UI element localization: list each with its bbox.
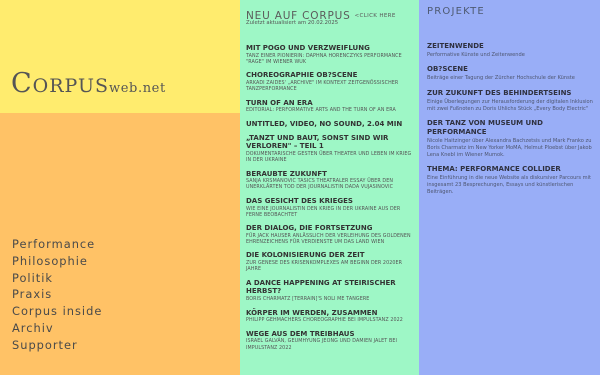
project-item[interactable]: Der Tanz von Museum und Performance Nicol… [427, 119, 597, 159]
news-item-title[interactable]: Turn of an Era [246, 99, 416, 108]
news-column: NEU AUF CORPUS <CLICK HERE Zuletzt aktual… [240, 0, 419, 375]
news-item[interactable]: Turn of an Era Editorial: Performative Ar… [246, 99, 416, 115]
news-item[interactable]: „Tanzt und baut, sonst sind wir verloren… [246, 134, 416, 165]
news-item-subtitle: Editorial: Performative Arts and the Tur… [246, 108, 396, 114]
nav-item-politik[interactable]: Politik [12, 270, 102, 287]
nav-item-performance[interactable]: Performance [12, 236, 102, 253]
news-item-title[interactable]: „Tanzt und baut, sonst sind wir verloren… [246, 134, 416, 151]
project-item-description: Einige Überlegungen zur Herausforderung … [427, 98, 593, 112]
logo-area: Corpusweb.net [0, 0, 240, 113]
nav-item-archiv[interactable]: Archiv [12, 320, 102, 337]
news-item[interactable]: A Dance Happening at steirischer herbst?… [246, 279, 416, 304]
navigation-area: Performance Philosophie Politik Praxis C… [0, 113, 240, 375]
news-item-title[interactable]: Beraubte Zukunft [246, 170, 416, 179]
project-item[interactable]: Zeitenwende Performative Künste und Zeite… [427, 42, 597, 59]
news-item[interactable]: Choreographie ob?scene Arkadi Zaides' „Ar… [246, 71, 416, 93]
projects-heading: PROJEKTE [427, 6, 485, 17]
last-updated: Zuletzt aktualisiert am 20.02.2025 [246, 20, 339, 26]
main-nav: Performance Philosophie Politik Praxis C… [12, 236, 102, 354]
news-item[interactable]: Der Dialog, die Fortsetzung Für Jack Haus… [246, 224, 416, 246]
news-item-subtitle: Philipp Gehmachers Choreographie bei ImP… [246, 318, 403, 324]
logo-main-text: Corpus [11, 68, 110, 99]
project-item-title[interactable]: Thema: Performance Collider [427, 165, 597, 174]
project-item[interactable]: Thema: Performance Collider Eine Einführu… [427, 165, 597, 196]
news-item-title[interactable]: Körper im Werden, zusammen [246, 309, 416, 318]
news-item[interactable]: Körper im Werden, zusammen Philipp Gehmac… [246, 309, 416, 325]
news-item[interactable]: Beraubte Zukunft Sanja Krsmanovic Tasics … [246, 170, 416, 192]
news-item-subtitle: Zur Genese des Krisenkomplexes am Beginn… [246, 261, 403, 273]
project-item-title[interactable]: Ob?scene [427, 65, 597, 74]
news-item[interactable]: Das Gesicht des Krieges Wie eine Journali… [246, 197, 416, 219]
project-item-description: Beiträge einer Tagung der Zürcher Hochsc… [427, 75, 575, 82]
nav-item-corpus-inside[interactable]: Corpus inside [12, 303, 102, 320]
news-item-title[interactable]: Das Gesicht des Krieges [246, 197, 416, 206]
project-item-title[interactable]: Zeitenwende [427, 42, 597, 51]
logo-sub-text: web.net [109, 81, 166, 96]
project-item-title[interactable]: Zur Zukunft des Behindertseins [427, 89, 597, 98]
click-here-link[interactable]: <CLICK HERE [355, 13, 396, 19]
nav-item-supporter[interactable]: Supporter [12, 337, 102, 354]
news-item-title[interactable]: Der Dialog, die Fortsetzung [246, 224, 416, 233]
left-column: Corpusweb.net Performance Philosophie Po… [0, 0, 240, 375]
news-item-subtitle: Dokumentarische Gesten über Theater und … [246, 151, 412, 164]
news-item-title[interactable]: Die Kolonisierung der Zeit [246, 251, 416, 260]
news-item-subtitle: Tanz einer Pionierin: Daphna Horenczyks … [246, 53, 402, 65]
project-item-description: Performative Künste und Zeitenwende [427, 52, 525, 58]
news-item[interactable]: Die Kolonisierung der Zeit Zur Genese des… [246, 251, 416, 273]
news-item-title[interactable]: Wege aus dem Treibhaus [246, 330, 416, 339]
project-item-description: Eine Einführung in die neue Website als … [427, 175, 592, 196]
news-item-subtitle: Wie eine Journalistin den Krieg in der U… [246, 206, 401, 218]
nav-item-philosophie[interactable]: Philosophie [12, 253, 102, 270]
projects-list: Zeitenwende Performative Künste und Zeite… [427, 42, 597, 203]
news-item[interactable]: Wege aus dem Treibhaus Israel Galván, Geu… [246, 330, 416, 352]
news-item[interactable]: Untitled, Video, no sound, 2.04 min [246, 120, 416, 129]
projects-column: PROJEKTE Zeitenwende Performative Künste … [419, 0, 600, 375]
news-item-title[interactable]: Mit Pogo und Verzweiflung [246, 44, 416, 53]
corpus-logo[interactable]: Corpusweb.net [11, 68, 166, 99]
project-item-description: Nicole Haitzinger über Alexandra Bachzet… [427, 138, 592, 158]
nav-item-praxis[interactable]: Praxis [12, 286, 102, 303]
project-item-title[interactable]: Der Tanz von Museum und Performance [427, 119, 597, 137]
project-item[interactable]: Zur Zukunft des Behindertseins Einige Übe… [427, 89, 597, 113]
news-item-subtitle: Boris Charmatz [terrain]'s Noli Me Tange… [246, 297, 370, 303]
news-item-title[interactable]: Choreographie ob?scene [246, 71, 416, 80]
project-item[interactable]: Ob?scene Beiträge einer Tagung der Zürche… [427, 65, 597, 82]
news-item-subtitle: Arkadi Zaides' „Archive" im Kontext zeit… [246, 81, 399, 93]
news-item-subtitle: Israel Galván, Geumhyung Jeong und Damie… [246, 339, 397, 351]
news-item[interactable]: Mit Pogo und Verzweiflung Tanz einer Pion… [246, 44, 416, 66]
news-item-subtitle: Sanja Krsmanovic Tasics Theatraler Essay… [246, 179, 394, 191]
news-item-subtitle: Für Jack Hauser anlässlich der Verleihun… [246, 233, 411, 246]
news-item-title[interactable]: A Dance Happening at steirischer herbst? [246, 279, 416, 296]
news-item-title[interactable]: Untitled, Video, no sound, 2.04 min [246, 120, 416, 129]
news-list: Mit Pogo und Verzweiflung Tanz einer Pion… [246, 44, 416, 357]
